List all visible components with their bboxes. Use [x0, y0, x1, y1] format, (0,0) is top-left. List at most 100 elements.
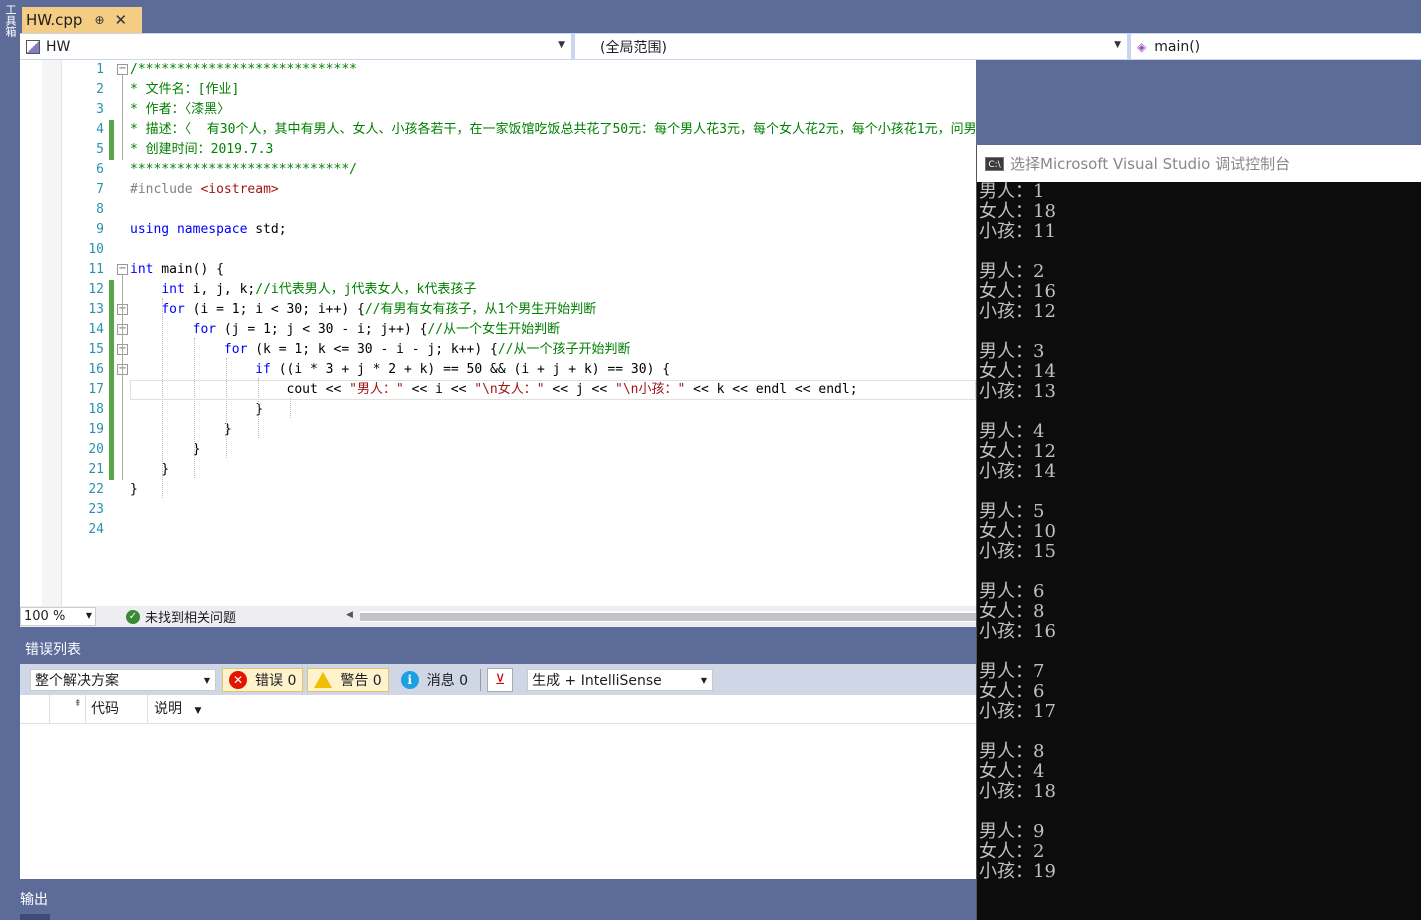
issues-indicator[interactable]: ✓ 未找到相关问题: [126, 607, 236, 626]
project-dropdown[interactable]: HW ▼: [20, 34, 575, 59]
filter-icon[interactable]: ⊻: [487, 667, 514, 692]
code-line[interactable]: #include <iostream>: [130, 180, 279, 200]
column-filter-icon[interactable]: ⇞: [50, 694, 86, 724]
code-line[interactable]: for (k = 1; k <= 30 - i - j; k++) {//从一个…: [130, 340, 631, 360]
method-icon: ◈: [1137, 39, 1147, 54]
console-line: 小孩：11: [979, 221, 1056, 242]
messages-toggle[interactable]: i 消息 0: [395, 668, 474, 692]
error-list-title: 错误列表: [25, 642, 81, 658]
console-line: 女人：8: [979, 601, 1045, 622]
collapse-icon[interactable]: −: [117, 264, 128, 275]
error-list-toolbar: 整个解决方案 ▼ ✕ 错误 0 警告 0 i 消息 0 ⊻ 生成 + Intel…: [20, 664, 976, 695]
line-number: 4: [96, 122, 104, 137]
code-line[interactable]: }: [130, 460, 169, 480]
close-icon[interactable]: ✕: [115, 11, 128, 29]
console-titlebar[interactable]: C:\ 选择Microsoft Visual Studio 调试控制台: [977, 145, 1421, 182]
code-line[interactable]: ****************************/: [130, 160, 357, 180]
zoom-dropdown[interactable]: 100 % ▼: [20, 607, 96, 626]
errors-toggle[interactable]: ✕ 错误 0: [222, 667, 304, 692]
column-icon[interactable]: [20, 694, 50, 724]
line-number: 19: [88, 422, 104, 437]
console-line: 女人：14: [979, 361, 1056, 382]
toolbox-label[interactable]: 工具箱: [2, 4, 18, 37]
change-marker: [109, 280, 114, 300]
error-icon: ✕: [229, 670, 247, 689]
code-line[interactable]: * 文件名：[作业]: [130, 80, 239, 100]
code-line[interactable]: * 描述：〈 有30个人，其中有男人、女人、小孩各若干，在一家饭馆吃饭总共花了5…: [130, 120, 976, 140]
line-number: 6: [96, 162, 104, 177]
change-marker: [109, 440, 114, 460]
code-line[interactable]: }: [130, 440, 201, 460]
code-line[interactable]: /****************************: [130, 60, 357, 80]
console-title: 选择Microsoft Visual Studio 调试控制台: [1010, 155, 1291, 173]
sort-down-icon: ▼: [194, 705, 202, 716]
debug-console-window[interactable]: C:\ 选择Microsoft Visual Studio 调试控制台 男人：1…: [976, 145, 1421, 920]
scope-filter-dropdown[interactable]: 整个解决方案 ▼: [30, 668, 216, 691]
horizontal-scrollbar[interactable]: ◀: [346, 610, 976, 622]
scope-name: (全局范围): [600, 39, 667, 56]
line-number: 9: [96, 222, 104, 237]
output-title: 输出: [20, 892, 48, 908]
zoom-level: 100 %: [24, 609, 66, 624]
console-line: 女人：2: [979, 841, 1045, 862]
indent-guide: [290, 398, 291, 418]
line-number: 7: [96, 182, 104, 197]
line-number: 17: [88, 382, 104, 397]
line-number: 14: [88, 322, 104, 337]
console-line: 小孩：15: [979, 541, 1056, 562]
code-line[interactable]: * 创建时间：2019.7.3: [130, 140, 273, 160]
pin-icon[interactable]: ⊕: [94, 13, 104, 27]
line-number: 16: [88, 362, 104, 377]
output-panel-tab[interactable]: 输出: [20, 879, 976, 920]
code-line[interactable]: }: [130, 480, 138, 500]
issues-text: 未找到相关问题: [145, 611, 237, 626]
build-filter-dropdown[interactable]: 生成 + IntelliSense ▼: [527, 668, 714, 691]
code-editor[interactable]: 1−/**************************** 2 * 文件名：[作…: [20, 60, 976, 606]
code-line[interactable]: int i, j, k;//i代表男人，j代表女人，k代表孩子: [130, 280, 476, 300]
output-tab-indicator: [20, 914, 50, 920]
warnings-count: 警告 0: [340, 672, 382, 689]
indent-guide: [226, 358, 227, 458]
change-marker: [109, 320, 114, 340]
toolbar-separator: [480, 668, 482, 691]
tab-title[interactable]: HW.cpp: [26, 11, 82, 29]
scrollbar-thumb[interactable]: [360, 613, 976, 621]
column-code[interactable]: 代码: [86, 694, 148, 724]
error-list-columns: ⇞ 代码 说明 ▼: [20, 694, 976, 724]
code-line[interactable]: for (j = 1; j < 30 - i; j++) {//从一个女生开始判…: [130, 320, 560, 340]
scope-dropdown[interactable]: (全局范围) ▼: [575, 34, 1131, 59]
member-dropdown[interactable]: ◈ main(): [1131, 34, 1421, 59]
collapse-icon[interactable]: −: [117, 64, 128, 75]
errors-count: 错误 0: [255, 672, 297, 689]
toolbox-strip[interactable]: 工具箱: [0, 0, 20, 920]
column-description[interactable]: 说明 ▼: [148, 695, 201, 724]
code-line[interactable]: for (i = 1; i < 30; i++) {//有男有女有孩子，从1个男…: [130, 300, 596, 320]
navigation-bar: HW ▼ (全局范围) ▼ ◈ main(): [20, 33, 1421, 60]
current-line-highlight: [130, 380, 976, 400]
line-number: 3: [96, 102, 104, 117]
console-line: 男人：5: [979, 501, 1045, 522]
tab-hw-cpp[interactable]: HW.cpp ⊕ ✕: [22, 7, 142, 33]
change-marker: [109, 120, 114, 140]
code-line[interactable]: * 作者：〈漆黑〉: [130, 100, 230, 120]
code-line[interactable]: if ((i * 3 + j * 2 + k) == 50 && (i + j …: [130, 360, 670, 380]
console-line: 小孩：17: [979, 701, 1056, 722]
scroll-left-icon[interactable]: ◀: [346, 610, 353, 620]
code-line[interactable]: using namespace std;: [130, 220, 287, 240]
code-line[interactable]: }: [130, 420, 232, 440]
line-number: 23: [88, 502, 104, 517]
console-line: 小孩：18: [979, 781, 1056, 802]
console-line: 男人：2: [979, 261, 1045, 282]
column-code-label: 代码: [91, 700, 119, 717]
console-line: 小孩：16: [979, 621, 1056, 642]
chevron-down-icon: ▼: [85, 611, 92, 620]
code-line[interactable]: }: [130, 400, 263, 420]
indent-guide: [194, 338, 195, 478]
warnings-toggle[interactable]: 警告 0: [307, 667, 389, 692]
code-line[interactable]: int main() {: [130, 260, 224, 280]
console-line: 男人：7: [979, 661, 1045, 682]
console-line: 小孩：19: [979, 861, 1056, 882]
